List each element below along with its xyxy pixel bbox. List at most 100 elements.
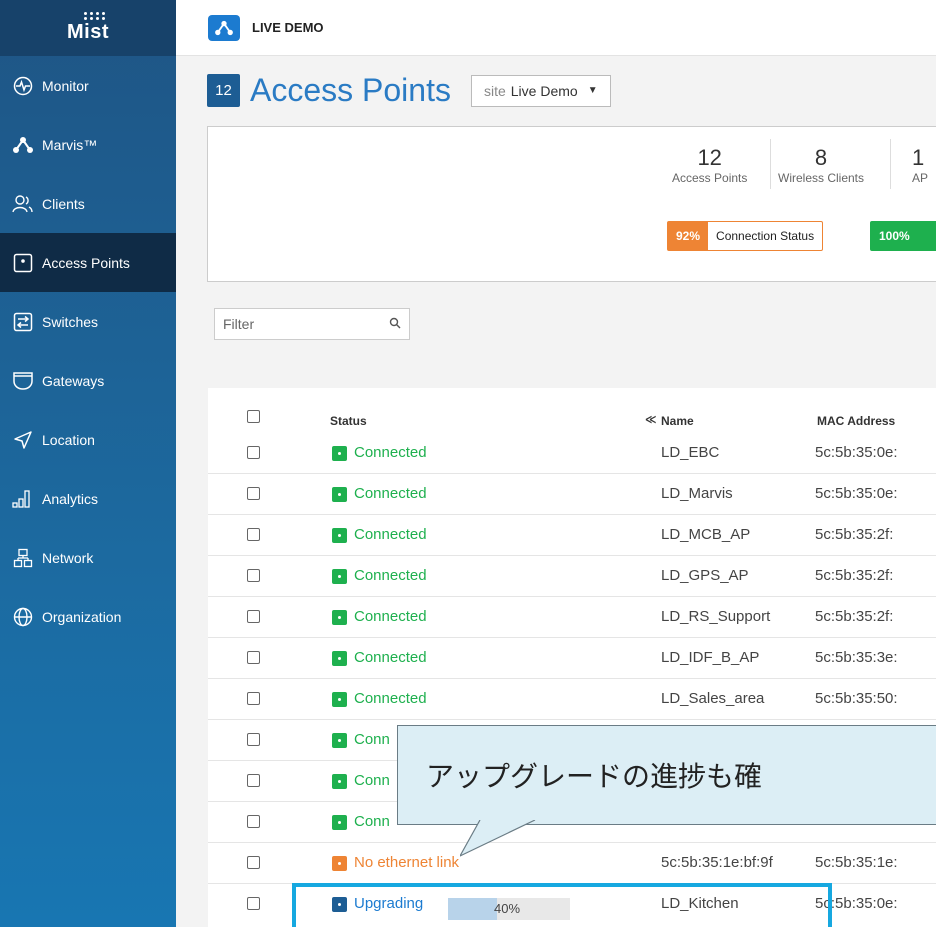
row-checkbox[interactable] — [247, 692, 260, 705]
sidebar-item-organization[interactable]: Organization — [0, 587, 176, 646]
mac-cell: 5c:5b:35:2f: — [815, 526, 894, 543]
row-checkbox[interactable] — [247, 856, 260, 869]
stat-label: Access Points — [672, 171, 748, 185]
mac-cell: 5c:5b:35:0e: — [815, 485, 898, 502]
status-text: Conn — [354, 731, 390, 748]
column-header-status[interactable]: Status — [330, 414, 367, 428]
location-icon — [12, 429, 34, 451]
connection-status-pct: 92% — [668, 222, 709, 250]
sidebar-item-label: Clients — [42, 195, 85, 212]
clients-icon — [12, 193, 34, 215]
filter-input[interactable]: Filter — [214, 308, 410, 340]
status-warning-icon — [332, 855, 347, 871]
status-connected-icon — [332, 568, 347, 584]
row-checkbox[interactable] — [247, 610, 260, 623]
stat-value: 8 — [814, 145, 828, 170]
page-header: 12 Access Points site Live Demo ▼ — [207, 72, 611, 109]
sle-status-pct: 100% — [871, 222, 936, 250]
stat-value: 12 — [697, 145, 722, 170]
sidebar-item-network[interactable]: Network — [0, 528, 176, 587]
sidebar-item-label: Organization — [42, 608, 122, 625]
globe-icon — [12, 606, 34, 628]
sidebar-item-monitor[interactable]: Monitor — [0, 56, 176, 115]
column-header-name[interactable]: Name — [661, 414, 694, 428]
row-checkbox[interactable] — [247, 528, 260, 541]
logo-text: Mist — [67, 21, 109, 43]
row-checkbox[interactable] — [247, 651, 260, 664]
stat-wireless-clients[interactable]: 8 Wireless Clients — [778, 145, 865, 186]
sidebar-item-location[interactable]: Location — [0, 410, 176, 469]
column-header-mac[interactable]: MAC Address — [817, 414, 895, 428]
callout-tail — [460, 820, 536, 857]
table-row[interactable]: Connected LD_Sales_area 5c:5b:35:50: — [208, 679, 936, 720]
row-checkbox[interactable] — [247, 733, 260, 746]
row-checkbox[interactable] — [247, 897, 260, 910]
table-row[interactable]: Connected LD_IDF_B_AP 5c:5b:35:3e: — [208, 638, 936, 679]
sidebar-item-marvis[interactable]: Marvis™ — [0, 115, 176, 174]
row-checkbox[interactable] — [247, 569, 260, 582]
table-row[interactable]: Connected LD_EBC 5c:5b:35:0e: — [208, 433, 936, 474]
sidebar-item-label: Marvis™ — [42, 136, 98, 153]
status-connected-icon — [332, 527, 347, 543]
annotation-callout: アップグレードの進捗も確 — [397, 725, 936, 825]
table-row[interactable]: Connected LD_MCB_AP 5c:5b:35:2f: — [208, 515, 936, 556]
page-title: Access Points — [250, 72, 451, 108]
status-text: Connected — [354, 567, 427, 584]
sidebar-item-label: Switches — [42, 313, 99, 330]
monitor-icon — [12, 75, 34, 97]
status-connected-icon — [332, 650, 347, 666]
status-cell: Conn — [332, 731, 390, 748]
stat-label: AP — [912, 171, 929, 185]
name-cell: LD_IDF_B_AP — [661, 649, 760, 666]
row-checkbox[interactable] — [247, 446, 260, 459]
row-checkbox[interactable] — [247, 774, 260, 787]
status-cell: Conn — [332, 772, 390, 789]
sidebar-item-label: Gateways — [42, 372, 105, 389]
status-connected-icon — [332, 732, 347, 748]
sidebar-item-clients[interactable]: Clients — [0, 174, 176, 233]
sidebar-item-analytics[interactable]: Analytics — [0, 469, 176, 528]
sidebar-item-label: Access Points — [42, 254, 130, 271]
analytics-icon — [12, 488, 34, 510]
switch-icon — [12, 311, 34, 333]
callout-text: アップグレードの進捗も確 — [426, 760, 763, 793]
status-text: Conn — [354, 813, 390, 830]
org-name[interactable]: LIVE DEMO — [252, 20, 324, 35]
table-row[interactable]: Connected LD_Marvis 5c:5b:35:0e: — [208, 474, 936, 515]
connection-status-pill[interactable]: 92% Connection Status — [667, 221, 824, 251]
stat-aps[interactable]: 1 AP — [912, 147, 929, 186]
sidebar-item-gateways[interactable]: Gateways — [0, 351, 176, 410]
table-row[interactable]: Connected LD_RS_Support 5c:5b:35:2f: — [208, 597, 936, 638]
upgrade-highlight-box — [292, 883, 832, 927]
stat-label: Wireless Clients — [778, 171, 865, 185]
status-text: Connected — [354, 485, 427, 502]
name-cell: LD_RS_Support — [661, 608, 771, 625]
site-selector-label: site — [483, 82, 506, 99]
marvis-icon — [12, 134, 34, 156]
status-cell: Connected — [332, 526, 427, 543]
mist-logo[interactable]: Mist — [0, 0, 176, 56]
name-cell: LD_Marvis — [661, 485, 733, 502]
table-row[interactable]: Connected LD_GPS_AP 5c:5b:35:2f: — [208, 556, 936, 597]
mac-cell: 5c:5b:35:0e: — [815, 444, 898, 461]
select-all-checkbox[interactable] — [247, 410, 260, 423]
mac-cell: 5c:5b:35:50: — [815, 690, 898, 707]
site-selector[interactable]: site Live Demo ▼ — [470, 74, 611, 107]
sidebar: Mist Monitor Marvis™ Clients Access Poin… — [0, 0, 176, 927]
sle-status-pill[interactable]: 100% — [870, 221, 936, 251]
sidebar-item-access-points[interactable]: Access Points — [0, 233, 176, 292]
row-checkbox[interactable] — [247, 487, 260, 500]
sort-ascending-icon[interactable]: ≪ — [645, 413, 657, 426]
table-row[interactable]: No ethernet link 5c:5b:35:1e:bf:9f 5c:5b… — [208, 843, 936, 884]
status-cell: Connected — [332, 649, 427, 666]
sidebar-item-switches[interactable]: Switches — [0, 292, 176, 351]
access-points-table: Status ≪ Name MAC Address Connected LD_E… — [208, 388, 936, 927]
sidebar-item-label: Monitor — [42, 77, 89, 94]
stat-access-points[interactable]: 12 Access Points — [672, 145, 748, 186]
stats-panel: 12 Access Points 8 Wireless Clients 1 AP… — [207, 126, 936, 282]
name-cell: LD_MCB_AP — [661, 526, 751, 543]
org-logo-icon[interactable] — [208, 14, 240, 41]
ap-count-badge: 12 — [207, 74, 240, 107]
row-checkbox[interactable] — [247, 815, 260, 828]
status-cell: Connected — [332, 608, 427, 625]
